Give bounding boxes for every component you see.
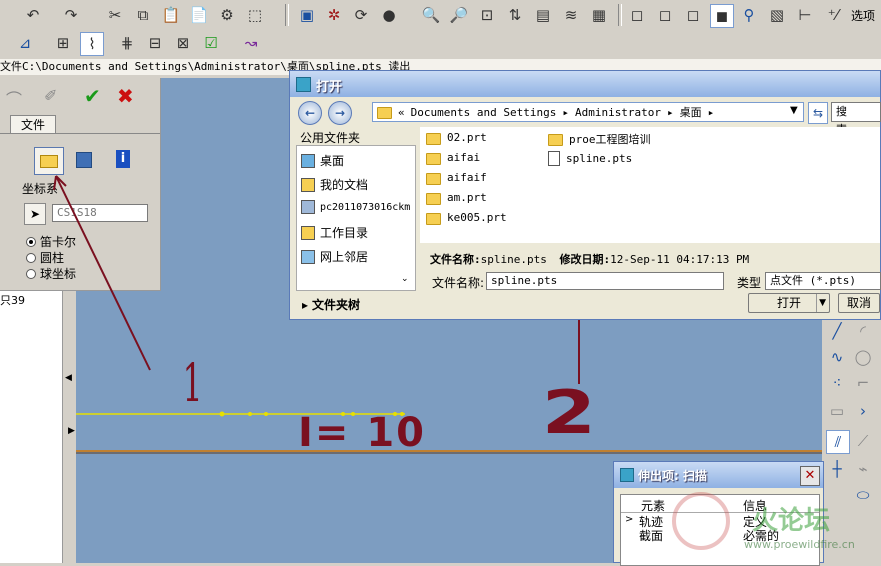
file-name: am.prt [447, 191, 487, 204]
folder-icon [426, 132, 441, 145]
working-dir-icon [301, 225, 315, 240]
info-name-value: spline.pts [480, 253, 547, 266]
folder-tree-label: 文件夹树 [312, 298, 361, 312]
row-pointer-icon: > [625, 514, 634, 525]
type-label: 类型 [737, 276, 762, 290]
desktop-icon [301, 153, 315, 168]
network-icon [301, 249, 315, 264]
open-file-dialog: 打开 ← → « Documents and Settings ▸ Admini… [289, 70, 881, 320]
file-name: ke005.prt [447, 211, 507, 224]
forward-button[interactable]: → [328, 101, 352, 125]
list-item[interactable]: am.prt [426, 191, 487, 205]
nav-item-documents[interactable]: 我的文档 [301, 176, 368, 193]
dialog-app-icon [296, 77, 311, 92]
address-folder-icon [377, 107, 392, 119]
folder-icon [426, 212, 441, 225]
info-name-label: 文件名称: [430, 253, 481, 266]
row-element: 截面 [639, 529, 664, 543]
file-icon [548, 151, 560, 166]
folder-tree-toggle[interactable]: ▸ 文件夹树 [302, 296, 360, 313]
info-date-value: 12-Sep-11 04:17:13 PM [610, 253, 750, 266]
annotation-label-1: 1 [182, 354, 203, 414]
computer-icon [301, 200, 315, 214]
nav-list: 桌面 我的文档 pc2011073016ckm 工作目录 网上邻居 ⌄ [296, 145, 416, 291]
file-name: proe工程图培训 [569, 133, 651, 146]
address-dropdown-icon[interactable]: ▼ [790, 105, 798, 116]
list-item[interactable]: aifaif [426, 171, 487, 185]
search-input[interactable]: 搜索... [831, 102, 881, 136]
file-list: 02.prt aifai aifaif am.prt ke005.prt pro… [420, 127, 880, 243]
cancel-button[interactable]: 取消 [838, 293, 880, 313]
annotation-arrow-1 [55, 175, 151, 371]
nav-item-label: 工作目录 [320, 226, 369, 240]
dialog-titlebar: 打开 [290, 71, 880, 97]
breadcrumb-arrow-icon: ▸ [562, 105, 569, 119]
sweep-app-icon [620, 468, 634, 482]
annotation-equation: I= 10 [298, 410, 426, 456]
file-name: aifaif [447, 171, 487, 184]
info-date-label: 修改日期: [559, 253, 611, 266]
breadcrumb-part[interactable]: Documents and Settings [411, 106, 557, 119]
filename-input[interactable]: spline.pts [486, 272, 724, 290]
dialog-title: 打开 [316, 80, 343, 95]
list-item[interactable]: aifai [426, 151, 481, 165]
address-bar[interactable]: « Documents and Settings ▸ Administrator… [372, 102, 804, 122]
open-button[interactable]: 打开 ▼ [748, 293, 830, 313]
folder-icon [426, 192, 441, 205]
watermark-logo [672, 492, 730, 550]
documents-icon [301, 177, 315, 192]
file-name: spline.pts [566, 152, 633, 165]
annotation-label-2: 2 [541, 378, 597, 448]
breadcrumb-arrow-icon: ▸ [667, 105, 674, 119]
nav-pane: 公用文件夹 桌面 我的文档 pc2011073016ckm 工作目录 网上邻居 … [296, 127, 416, 291]
folder-icon [426, 152, 441, 165]
nav-item-network[interactable]: 网上邻居 [301, 248, 368, 265]
nav-item-label: 我的文档 [320, 178, 369, 192]
watermark-url: www.proewildfire.cn [744, 538, 855, 551]
folder-icon [426, 172, 441, 185]
breadcrumb-part[interactable]: Administrator [575, 106, 661, 119]
file-name: 02.prt [447, 131, 487, 144]
expand-icon: ▸ [302, 297, 309, 312]
nav-item-label: pc2011073016ckm [320, 201, 411, 213]
breadcrumb-part: « [398, 105, 405, 119]
filename-label: 文件名称: [432, 276, 485, 290]
open-button-label: 打开 [776, 296, 801, 310]
sweep-title: 伸出项: 扫描 [638, 469, 707, 483]
nav-scroll-icon[interactable]: ⌄ [401, 274, 409, 284]
back-button[interactable]: ← [298, 101, 322, 125]
nav-header: 公用文件夹 [300, 131, 361, 145]
nav-item-computer[interactable]: pc2011073016ckm [301, 200, 410, 214]
type-select[interactable]: 点文件 (*.pts) [765, 272, 881, 290]
breadcrumb-arrow-icon: ▸ [707, 105, 715, 119]
list-item[interactable]: proe工程图培训 [548, 131, 651, 147]
chevron-down-icon: ▼ [816, 294, 826, 312]
watermark-text: 火论坛 [752, 506, 831, 536]
nav-item-desktop[interactable]: 桌面 [301, 152, 344, 169]
list-item[interactable]: 02.prt [426, 131, 487, 145]
nav-item-working-dir[interactable]: 工作目录 [301, 224, 368, 241]
nav-item-label: 桌面 [320, 154, 345, 168]
list-item[interactable]: spline.pts [548, 151, 632, 166]
breadcrumb-part[interactable]: 桌面 [680, 104, 702, 120]
list-item[interactable]: ke005.prt [426, 211, 507, 225]
file-name: aifai [447, 151, 481, 164]
close-icon[interactable]: ✕ [800, 466, 820, 486]
file-info-line: 文件名称:spline.pts 修改日期:12-Sep-11 04:17:13 … [430, 251, 749, 267]
refresh-button[interactable]: ⇆ [808, 102, 828, 124]
sweep-titlebar: 伸出项: 扫描 ✕ [614, 462, 823, 488]
nav-item-label: 网上邻居 [320, 250, 369, 264]
folder-icon [548, 134, 563, 146]
